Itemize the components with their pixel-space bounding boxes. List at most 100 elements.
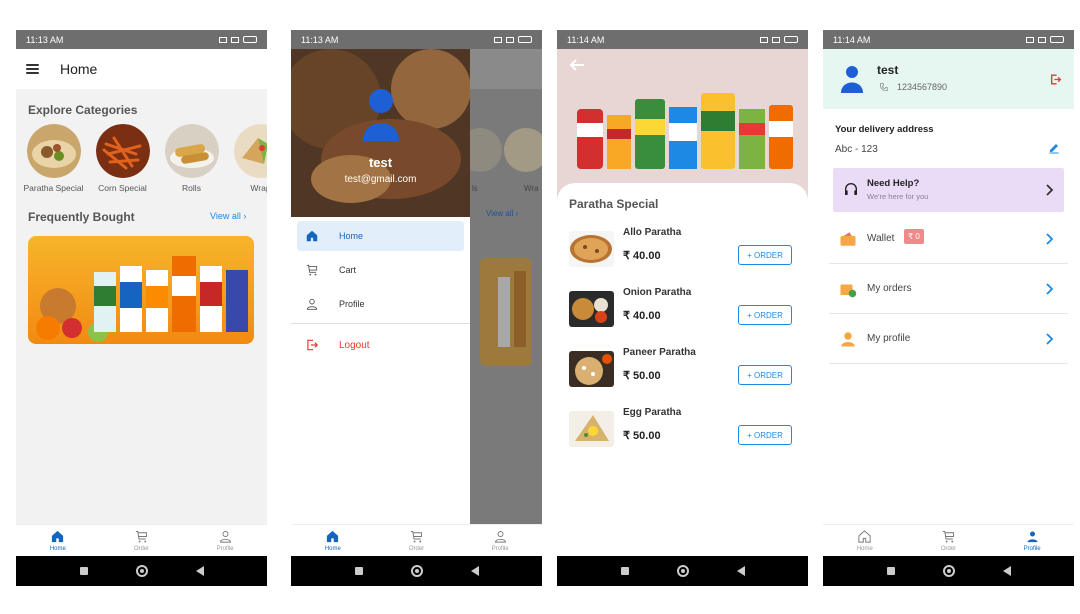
- product-name: Paneer Paratha: [623, 347, 696, 358]
- cart-icon: [942, 531, 954, 543]
- category-corn-special[interactable]: Corn Special: [95, 124, 150, 193]
- profile-screen: 11:14 AM test 1234567890 Your delivery a…: [823, 30, 1074, 586]
- view-all-label: View all: [210, 211, 241, 221]
- behind-label: Wra: [524, 184, 539, 193]
- drawer-item-home[interactable]: Home: [297, 221, 464, 251]
- product-price: ₹ 40.00: [623, 250, 661, 262]
- home-system-button[interactable]: [135, 565, 148, 577]
- person-icon: [306, 298, 318, 310]
- logout-icon[interactable]: [1049, 73, 1062, 86]
- navigation-drawer: test test@gmail.com Home Cart Profile Lo…: [291, 49, 470, 524]
- my-orders-row[interactable]: My orders: [829, 264, 1068, 314]
- tab-home[interactable]: Home: [835, 529, 895, 552]
- back-system-button[interactable]: [736, 566, 745, 576]
- back-system-button[interactable]: [470, 566, 479, 576]
- status-time: 11:14 AM: [567, 34, 605, 45]
- juice-banner[interactable]: [28, 236, 254, 344]
- drawer-item-profile[interactable]: Profile: [297, 289, 464, 319]
- home-screen: 11:13 AM Home Explore Categories Paratha…: [16, 30, 267, 586]
- phone-icon: [879, 82, 889, 92]
- tab-label: Order: [133, 546, 150, 552]
- tab-label: Order: [408, 546, 425, 552]
- product-item: Egg Paratha ₹ 50.00 + ORDER: [557, 407, 808, 463]
- view-all-link[interactable]: View all ›: [210, 211, 246, 221]
- headphones-icon: [845, 182, 857, 195]
- product-item: Allo Paratha ₹ 40.00 + ORDER: [557, 227, 808, 283]
- order-button[interactable]: + ORDER: [738, 365, 792, 385]
- behind-label: ls: [472, 184, 478, 193]
- tab-home[interactable]: Home: [303, 529, 363, 552]
- bottom-tab-bar: Home Order Profile: [291, 524, 542, 556]
- home-system-button[interactable]: [676, 565, 689, 577]
- product-sheet: Paratha Special Allo Paratha ₹ 40.00 + O…: [557, 183, 808, 556]
- tab-label: Profile: [1023, 546, 1041, 552]
- status-icons: [760, 36, 798, 43]
- tab-profile[interactable]: Profile: [1002, 529, 1062, 552]
- order-button[interactable]: + ORDER: [738, 305, 792, 325]
- back-system-button[interactable]: [195, 566, 204, 576]
- menu-icon[interactable]: [26, 64, 39, 74]
- category-list: Paratha Special Corn Special Rolls Wrap: [16, 124, 267, 193]
- recents-button[interactable]: [886, 567, 895, 575]
- status-bar: 11:13 AM: [16, 30, 267, 49]
- home-icon: [52, 530, 64, 543]
- system-nav-bar: [291, 556, 542, 586]
- product-name: Egg Paratha: [623, 407, 682, 418]
- need-help-card[interactable]: Need Help? We're here for you: [833, 168, 1064, 212]
- category-label: Rolls: [182, 183, 201, 193]
- tab-order[interactable]: Order: [386, 529, 446, 552]
- tab-profile[interactable]: Profile: [195, 529, 255, 552]
- category-image: [95, 124, 150, 178]
- order-button[interactable]: + ORDER: [738, 425, 792, 445]
- recents-button[interactable]: [354, 567, 363, 575]
- drawer-item-logout[interactable]: Logout: [297, 330, 464, 360]
- chevron-right-icon: [1046, 233, 1054, 245]
- edit-icon[interactable]: [1048, 142, 1060, 154]
- home-icon: [858, 530, 871, 543]
- dimmed-home-content[interactable]: ls Wra View all ›: [470, 49, 542, 524]
- chevron-right-icon: [1046, 184, 1054, 196]
- status-bar: 11:14 AM: [557, 30, 808, 49]
- tab-label: Profile: [216, 546, 234, 552]
- category-wrap[interactable]: Wrap: [233, 124, 267, 193]
- tab-order[interactable]: Order: [111, 529, 171, 552]
- cart-icon: [135, 531, 147, 543]
- system-nav-bar: [557, 556, 808, 586]
- drawer-item-cart[interactable]: Cart: [297, 255, 464, 285]
- product-image: [569, 291, 614, 327]
- category-label: Paratha Special: [23, 183, 84, 193]
- wallet-row[interactable]: Wallet ₹ 0: [829, 214, 1068, 264]
- order-button[interactable]: + ORDER: [738, 245, 792, 265]
- product-price: ₹ 50.00: [623, 430, 661, 442]
- cart-icon: [306, 264, 318, 276]
- category-screen: 11:14 AM Paratha Special Allo Paratha ₹ …: [557, 30, 808, 586]
- person-icon: [1027, 531, 1038, 543]
- person-icon: [219, 531, 231, 543]
- tab-profile[interactable]: Profile: [470, 529, 530, 552]
- row-label: My orders: [867, 283, 912, 294]
- wallet-balance-badge: ₹ 0: [904, 229, 924, 244]
- tab-order[interactable]: Order: [918, 529, 978, 552]
- category-paratha-special[interactable]: Paratha Special: [23, 124, 84, 193]
- category-label: Wrap: [250, 183, 267, 193]
- tab-label: Home: [49, 546, 66, 552]
- category-rolls[interactable]: Rolls: [164, 124, 219, 193]
- category-label: Corn Special: [98, 183, 147, 193]
- back-system-button[interactable]: [1002, 566, 1011, 576]
- recents-button[interactable]: [79, 567, 88, 575]
- home-system-button[interactable]: [410, 565, 423, 577]
- home-system-button[interactable]: [942, 565, 955, 577]
- tab-home[interactable]: Home: [28, 529, 88, 552]
- recents-button[interactable]: [620, 567, 629, 575]
- category-image: [164, 124, 219, 178]
- my-profile-row[interactable]: My profile: [829, 314, 1068, 364]
- drawer-screen: 11:13 AM ls Wra View all › test test@gma…: [291, 30, 542, 586]
- status-icons: [1026, 36, 1064, 43]
- profile-header: test 1234567890: [823, 49, 1074, 109]
- product-image: [569, 231, 614, 267]
- drawer-item-label: Cart: [339, 265, 357, 275]
- bottom-tab-bar: Home Order Profile: [16, 524, 267, 556]
- wallet-icon: [840, 232, 856, 246]
- help-subtitle: We're here for you: [867, 192, 929, 201]
- back-arrow-icon[interactable]: [569, 58, 585, 72]
